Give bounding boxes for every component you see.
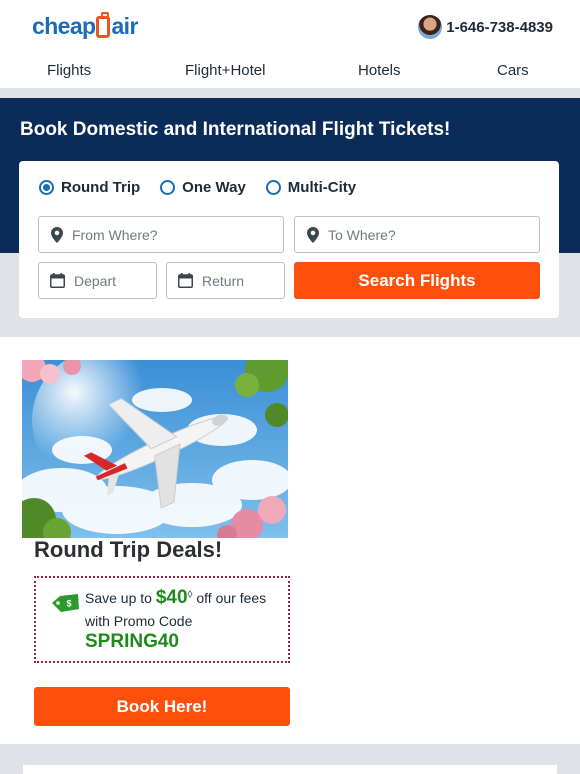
trip-type-selector: Round Trip One Way Multi-City — [39, 179, 376, 196]
airplane-illustration — [22, 360, 288, 538]
next-section-card — [23, 765, 557, 774]
depart-input[interactable] — [74, 272, 156, 289]
suitcase-logo-icon — [96, 12, 111, 38]
promo-savings-text: Save up to $40◊ off our fees — [85, 587, 267, 608]
airplane-sky-image[interactable] — [22, 360, 288, 538]
promo-amount: $40 — [155, 587, 188, 608]
hero-title: Book Domestic and International Flight T… — [20, 119, 451, 140]
nav-hotels[interactable]: Hotels — [358, 62, 401, 79]
radio-icon[interactable] — [265, 180, 281, 195]
phone-contact[interactable]: 1-646-738-4839 — [418, 13, 553, 41]
svg-text:$: $ — [66, 599, 71, 609]
to-field[interactable] — [294, 216, 540, 253]
nav-flight-hotel[interactable]: Flight+Hotel — [185, 62, 265, 79]
deal-section: Round Trip Deals! $ Save up to $40◊ off … — [0, 337, 580, 744]
location-pin-icon — [51, 226, 63, 243]
to-input[interactable] — [328, 226, 539, 243]
from-field[interactable] — [38, 216, 284, 253]
deal-title: Round Trip Deals! — [34, 537, 223, 562]
search-flights-button[interactable]: Search Flights — [294, 262, 540, 299]
from-input[interactable] — [72, 226, 283, 243]
cheapoair-logo[interactable]: cheap air — [32, 11, 138, 41]
promo-box: $ Save up to $40◊ off our fees with Prom… — [34, 576, 290, 663]
agent-avatar-icon — [418, 15, 443, 39]
depart-field[interactable] — [38, 262, 157, 299]
price-tag-icon: $ — [52, 594, 79, 612]
calendar-icon — [50, 273, 65, 288]
trip-round-trip[interactable]: Round Trip — [39, 179, 140, 196]
trip-multi-city[interactable]: Multi-City — [265, 179, 356, 196]
promo-code-label: with Promo Code — [85, 613, 193, 629]
phone-number[interactable]: 1-646-738-4839 — [446, 19, 553, 36]
flight-search-form: Round Trip One Way Multi-City From Where… — [19, 161, 559, 318]
calendar-icon — [178, 273, 193, 288]
radio-icon[interactable] — [160, 180, 176, 195]
nav-flights[interactable]: Flights — [47, 62, 91, 79]
promo-code: SPRING40 — [85, 631, 179, 652]
main-nav: Flights Flight+Hotel Hotels Cars — [0, 54, 580, 88]
book-here-button[interactable]: Book Here! — [34, 687, 290, 726]
site-header: cheap air 1-646-738-4839 — [0, 0, 580, 54]
return-field[interactable] — [166, 262, 285, 299]
nav-cars[interactable]: Cars — [497, 62, 529, 79]
location-pin-icon — [307, 226, 319, 243]
trip-one-way[interactable]: One Way — [160, 179, 246, 196]
radio-selected-icon[interactable] — [39, 180, 54, 195]
return-input[interactable] — [202, 272, 284, 289]
